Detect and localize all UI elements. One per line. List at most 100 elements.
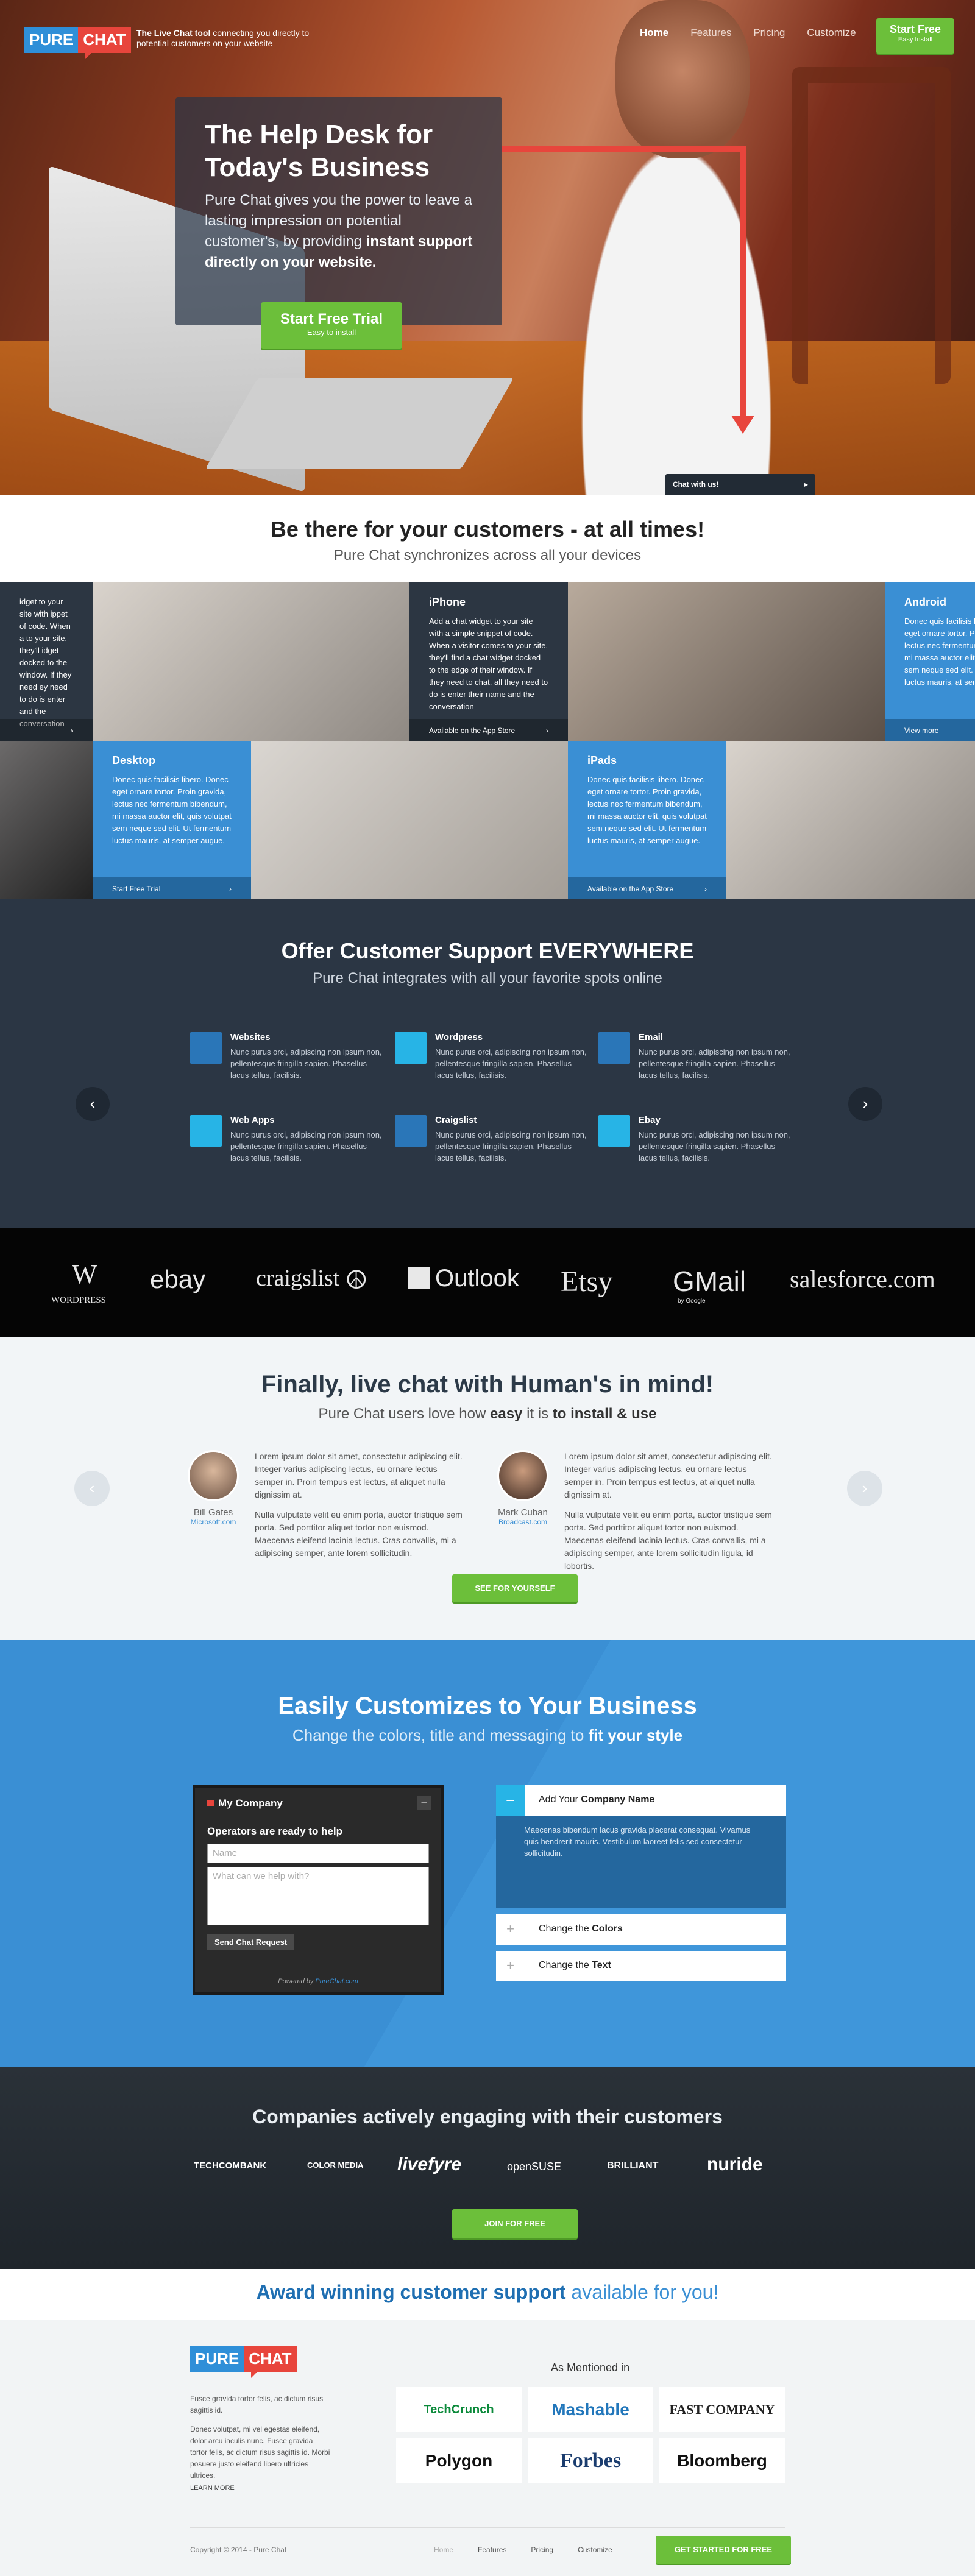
nav-customize[interactable]: Customize bbox=[807, 27, 856, 39]
view-more-link[interactable]: View more bbox=[885, 719, 975, 741]
see-for-yourself-button[interactable]: SEE FOR YOURSELF bbox=[452, 1574, 578, 1602]
red-arrow-head-icon bbox=[731, 416, 754, 434]
title-bold-finally: Finally bbox=[261, 1371, 337, 1398]
logo-pure-text: PURE bbox=[24, 27, 79, 53]
tagline-bold: The Live Chat tool bbox=[136, 28, 211, 38]
footer-nav-features[interactable]: Features bbox=[478, 2546, 506, 2554]
start-free-trial-button[interactable]: Start Free Trial Easy to install bbox=[261, 302, 402, 349]
site-logo[interactable]: PURE CHAT bbox=[24, 27, 131, 59]
title-mid: , live chat with bbox=[336, 1371, 511, 1398]
footer-nav-customize[interactable]: Customize bbox=[578, 2546, 612, 2554]
customize-sub-plain: Change the colors, title and messaging t… bbox=[292, 1726, 589, 1744]
send-chat-request-button[interactable]: Send Chat Request bbox=[207, 1934, 295, 1950]
testimonial-quote: Lorem ipsum dolor sit amet, consectetur … bbox=[564, 1450, 778, 1573]
start-free-trial-label: Start Free Trial bbox=[280, 311, 383, 327]
accordion-label: Change the Colors bbox=[539, 1923, 623, 1934]
quote-paragraph: Nulla vulputate velit eu enim porta, auc… bbox=[564, 1510, 772, 1571]
accordion-text[interactable]: + Change the Text bbox=[496, 1951, 786, 1981]
footer-logo[interactable]: PURE CHAT bbox=[190, 2346, 297, 2378]
hero-title: The Help Desk for Today's Business bbox=[205, 119, 433, 182]
name-field[interactable]: Name bbox=[207, 1844, 429, 1863]
wordpress-logo-icon: W bbox=[72, 1259, 98, 1289]
chat-widget-preview: My Company – Operators are ready to help… bbox=[193, 1785, 444, 1995]
accordion-colors[interactable]: + Change the Colors bbox=[496, 1914, 786, 1945]
sub-b: easy bbox=[490, 1406, 523, 1422]
feature-text: Nunc purus orci, adipiscing non ipsum no… bbox=[435, 1047, 587, 1080]
easy-install-label: Easy Install bbox=[898, 36, 933, 43]
testimonial-next-button[interactable]: › bbox=[847, 1471, 882, 1506]
gmail-logo: GMail bbox=[673, 1265, 746, 1297]
feature-title: Web Apps bbox=[230, 1115, 275, 1125]
site-footer: PURE CHAT Fusce gravida tortor felis, ac… bbox=[0, 2320, 975, 2576]
offer-subtitle: Pure Chat integrates with all your favor… bbox=[313, 970, 662, 986]
get-started-button[interactable]: GET STARTED FOR FREE bbox=[656, 2536, 791, 2564]
accordion-label-bold: Text bbox=[592, 1960, 611, 1970]
learn-more-link[interactable]: LEARN MORE bbox=[190, 2485, 235, 2492]
customize-sub-bold: fit your style bbox=[588, 1726, 683, 1744]
accordion-label-plain: Change the bbox=[539, 1923, 592, 1934]
copyright: Copyright © 2014 - Pure Chat bbox=[190, 2546, 287, 2554]
accordion-label-bold: Colors bbox=[592, 1923, 623, 1934]
testimonials-subtitle: Pure Chat users love how easy it is to i… bbox=[0, 1406, 975, 1423]
device-card-desktop: Desktop Donec quis facilisis libero. Don… bbox=[93, 741, 251, 899]
device-card-android: Android Donec quis facilisis ligo. Donec… bbox=[885, 582, 975, 741]
title-bold-human: Human bbox=[510, 1371, 593, 1398]
feature-title: Ebay bbox=[639, 1115, 661, 1125]
techcrunch-logo: TechCrunch bbox=[396, 2387, 522, 2432]
logo-pure-text: PURE bbox=[190, 2346, 244, 2372]
quote-paragraph: Lorem ipsum dolor sit amet, consectetur … bbox=[564, 1451, 772, 1499]
livefyre-logo: livefyre bbox=[397, 2154, 462, 2174]
powered-link[interactable]: PureChat.com bbox=[315, 1978, 358, 1985]
accordion-company-name[interactable]: – Add Your Company Name bbox=[496, 1785, 786, 1816]
comp-title-a: Companies bbox=[252, 2106, 363, 2128]
chevron-left-icon: ‹ bbox=[90, 1094, 96, 1113]
peace-icon: ☮ bbox=[345, 1265, 368, 1294]
author-name: Mark Cuban bbox=[498, 1507, 548, 1518]
carousel-prev-button[interactable]: ‹ bbox=[76, 1087, 110, 1121]
start-free-button[interactable]: Start Free Easy Install bbox=[876, 18, 954, 54]
device-card-footer[interactable]: › bbox=[0, 719, 93, 741]
companies-title: Companies actively engaging with their c… bbox=[0, 2106, 975, 2128]
device-card-partial: idget to your site with ippet of code. W… bbox=[0, 582, 93, 741]
app-store-link[interactable]: › Available on the App Store bbox=[568, 877, 726, 899]
feature-title: Wordpress bbox=[435, 1032, 483, 1042]
footer-nav: Home Features Pricing Customize bbox=[434, 2546, 612, 2554]
be-title-plain: Be there for your customers - bbox=[270, 517, 584, 542]
footer-nav-home[interactable]: Home bbox=[434, 2546, 453, 2554]
sub-c: it is bbox=[522, 1406, 553, 1422]
app-store-label: Available on the App Store bbox=[587, 885, 674, 893]
testimonial-prev-button[interactable]: ‹ bbox=[74, 1471, 110, 1506]
author-company-link[interactable]: Broadcast.com bbox=[489, 1518, 557, 1526]
companies-section: Companies actively engaging with their c… bbox=[0, 2067, 975, 2269]
footer-paragraph: Fusce gravida tortor felis, ac dictum ri… bbox=[190, 2394, 324, 2415]
feature-ebay: Ebay Nunc purus orci, adipiscing non ips… bbox=[598, 1115, 793, 1164]
nav-home[interactable]: Home bbox=[640, 27, 668, 39]
feature-text: Nunc purus orci, adipiscing non ipsum no… bbox=[230, 1047, 382, 1080]
offer-title-plain: Offer Customer Support bbox=[281, 938, 539, 963]
laptop-typing-photo bbox=[726, 741, 975, 899]
camera-icon bbox=[598, 1032, 630, 1064]
start-free-trial-link[interactable]: › Start Free Trial bbox=[93, 877, 251, 899]
nav-features[interactable]: Features bbox=[690, 27, 731, 39]
easy-to-install-label: Easy to install bbox=[307, 328, 356, 337]
ebay-logo: ebay bbox=[150, 1265, 206, 1293]
sub-d: to install & use bbox=[552, 1406, 657, 1422]
main-nav: Home Features Pricing Customize bbox=[640, 27, 856, 39]
widget-prompt: Operators are ready to help bbox=[207, 1825, 343, 1837]
join-for-free-button[interactable]: JOIN FOR FREE bbox=[452, 2209, 578, 2238]
author-company-link[interactable]: Microsoft.com bbox=[179, 1518, 247, 1526]
nav-pricing[interactable]: Pricing bbox=[753, 27, 785, 39]
gmail-logo-byline: by Google bbox=[678, 1298, 706, 1304]
carousel-next-button[interactable]: › bbox=[848, 1087, 882, 1121]
app-store-link[interactable]: › Available on the App Store bbox=[410, 719, 568, 741]
footer-nav-pricing[interactable]: Pricing bbox=[531, 2546, 553, 2554]
devices-grid: idget to your site with ippet of code. W… bbox=[0, 582, 975, 899]
start-free-label: Start Free bbox=[889, 23, 941, 35]
minimize-button[interactable]: – bbox=[417, 1796, 431, 1810]
device-card-iphone: iPhone Add a chat widget to your site wi… bbox=[410, 582, 568, 741]
opensuse-logo: openSUSE bbox=[507, 2160, 562, 2173]
arrow-right-icon: › bbox=[71, 726, 73, 735]
chat-widget-tab[interactable]: Chat with us! ▸ bbox=[665, 474, 815, 495]
message-field[interactable]: What can we help with? bbox=[207, 1867, 429, 1925]
header-tagline: The Live Chat tool connecting you direct… bbox=[136, 28, 319, 49]
